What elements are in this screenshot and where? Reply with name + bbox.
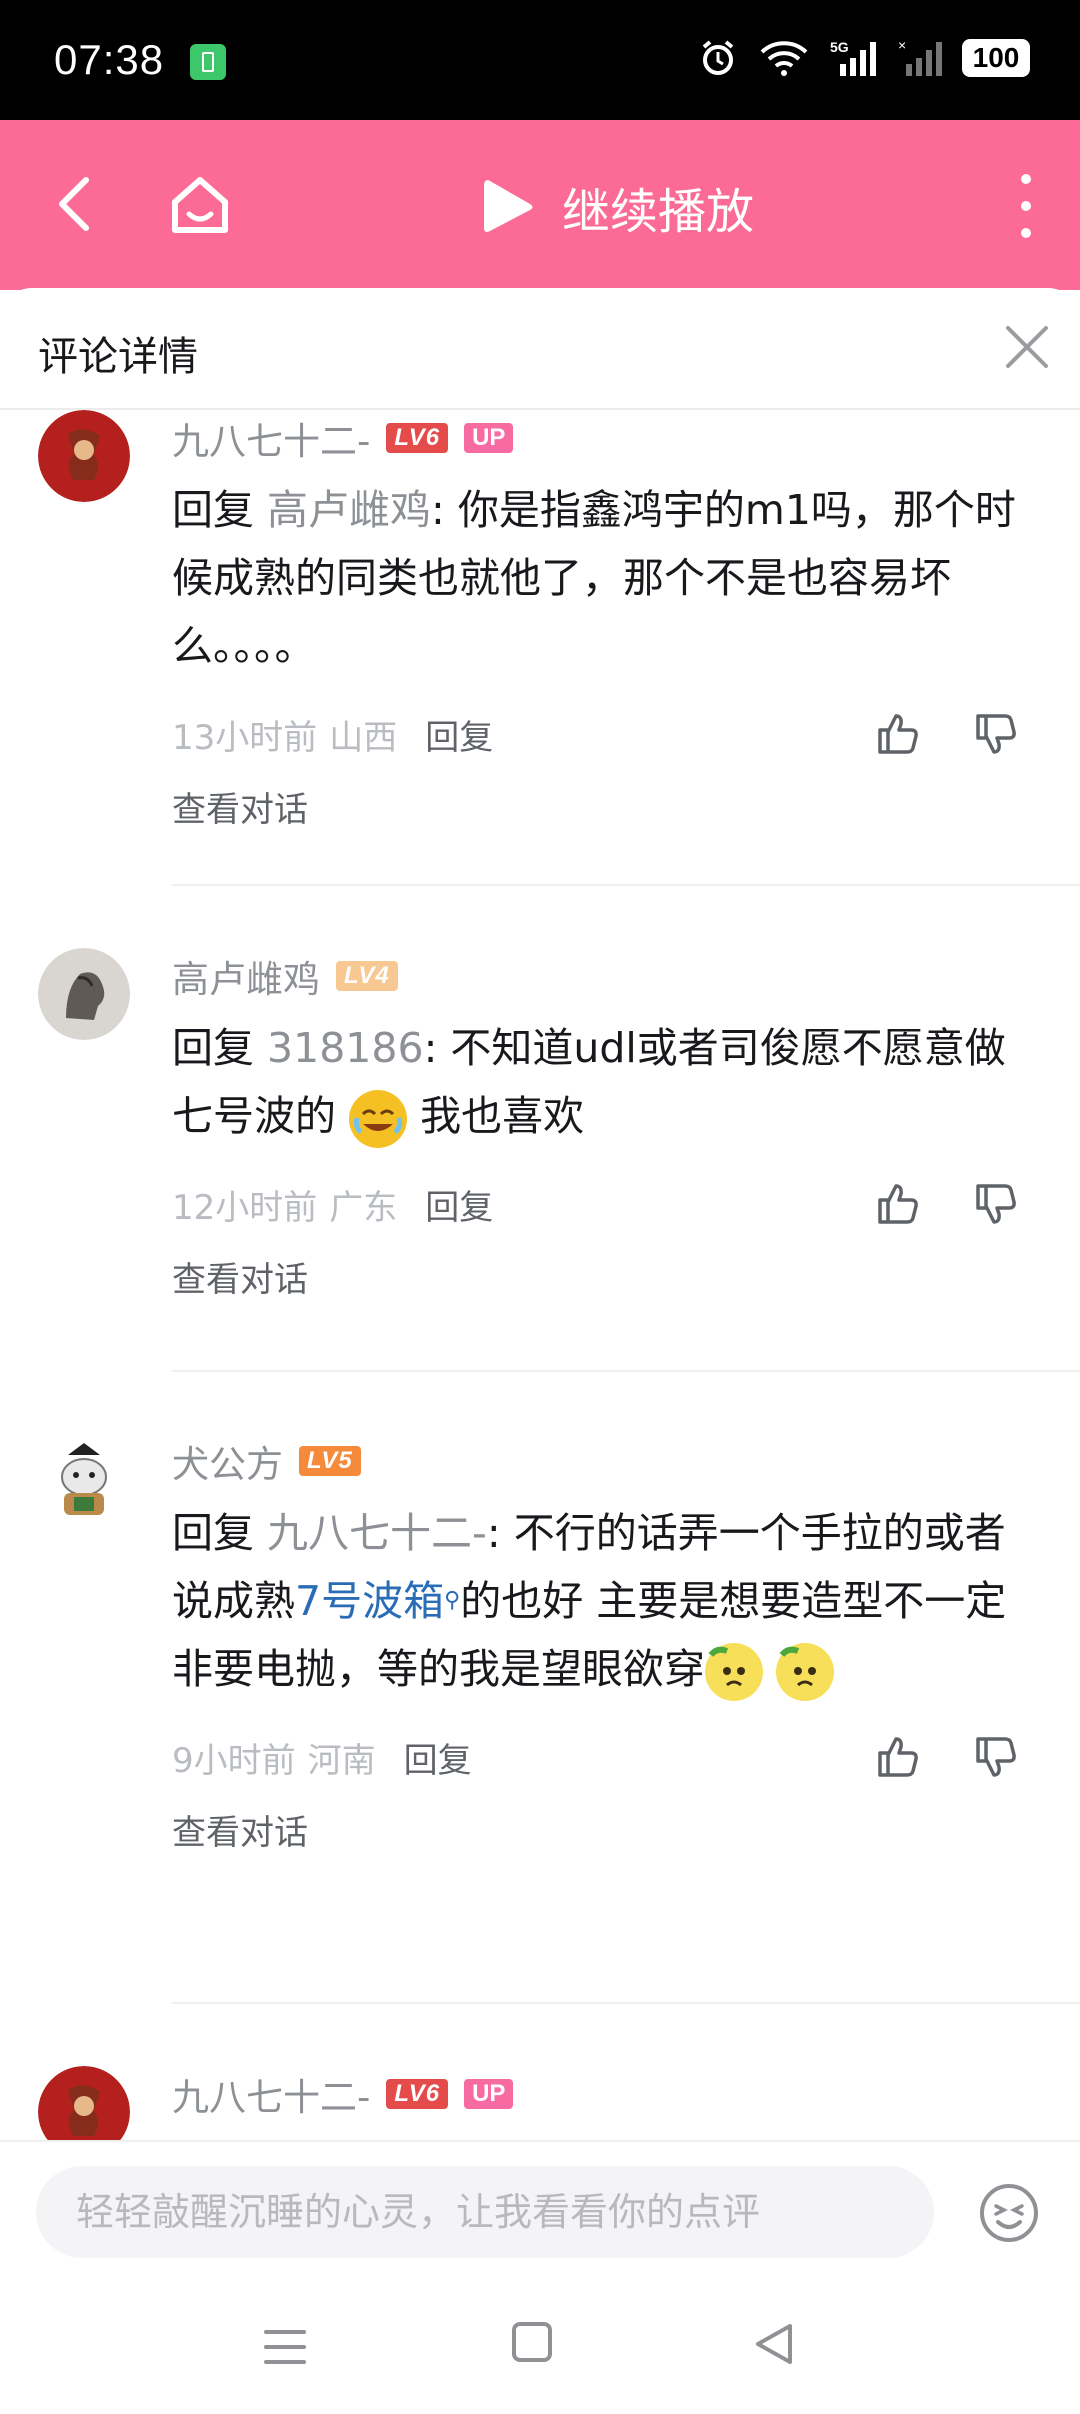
dislike-icon[interactable] [972, 1180, 1020, 1228]
system-nav-bar [0, 2280, 1080, 2414]
reply-prefix: 回复 [172, 1509, 268, 1557]
lemon-sour-emoji-icon [776, 1643, 835, 1701]
comment-location: 河南 [307, 1740, 376, 1781]
video-top-bar: 继续播放 [0, 120, 1080, 290]
back-triangle-icon[interactable] [750, 2320, 798, 2368]
comment-body-after-emoji: 我也喜欢 [407, 1092, 585, 1140]
username[interactable]: 犬公方 [172, 1434, 283, 1488]
comment-header: 高卢雌鸡 LV4 [172, 948, 1032, 1004]
battery-saver-icon [190, 44, 226, 80]
comment-text[interactable]: 回复 318186: 不知道udl或者司俊愿不愿意做七号波的 我也喜欢 [172, 1014, 1032, 1150]
alarm-icon [702, 40, 734, 75]
comment-time: 9小时前 [172, 1740, 296, 1781]
reply-button[interactable]: 回复 [404, 1733, 472, 1782]
mention[interactable]: 九八七十二- [267, 1509, 487, 1557]
username[interactable]: 九八七十二- [172, 411, 370, 465]
comment-time: 12小时前 [172, 1187, 318, 1228]
status-time: 07:38 [54, 36, 165, 83]
level-badge: LV4 [336, 961, 398, 991]
avatar[interactable] [38, 1433, 130, 1525]
comment-divider [172, 2002, 1080, 2004]
svg-text:5G: 5G [830, 39, 849, 55]
mention[interactable]: 318186 [267, 1024, 424, 1072]
reply-prefix: 回复 [172, 1024, 268, 1072]
play-icon [484, 180, 533, 232]
like-icon[interactable] [874, 710, 922, 758]
up-badge: UP [464, 423, 514, 453]
status-icons: 5G × 100 [698, 38, 1030, 78]
comment-meta: 9小时前 河南 回复 [172, 1727, 1032, 1787]
svg-text:×: × [898, 38, 906, 53]
comment-location: 广东 [329, 1187, 398, 1228]
avatar[interactable] [38, 948, 130, 1040]
comment-header: 九八七十二- LV6 UP [172, 2066, 1032, 2122]
home-icon[interactable] [165, 170, 235, 240]
username[interactable]: 九八七十二- [172, 2067, 370, 2121]
level-badge: LV6 [386, 423, 449, 453]
comment-meta: 13小时前 山西 回复 [172, 704, 1032, 764]
comment-text[interactable]: 回复 九八七十二-: 不行的话弄一个手拉的或者说成熟7号波箱⚲的也好 主要是想要… [172, 1499, 1032, 1703]
like-icon[interactable] [874, 1180, 922, 1228]
home-square-icon[interactable] [512, 2322, 552, 2362]
sheet-title: 评论详情 [38, 334, 198, 380]
avatar[interactable] [38, 410, 130, 502]
comment-time: 13小时前 [172, 717, 318, 758]
recent-apps-icon[interactable] [262, 2324, 308, 2370]
comment-location: 山西 [329, 717, 398, 758]
signal-5g-icon: 5G [830, 39, 876, 76]
search-keyword-link[interactable]: 7号波箱 [295, 1577, 444, 1625]
continue-play-button[interactable]: 继续播放 [480, 172, 754, 242]
comment-input[interactable]: 轻轻敲醒沉睡的心灵，让我看看你的点评 [36, 2166, 934, 2258]
status-bar: 07:38 5G × 100 [0, 0, 1080, 120]
comment-meta: 12小时前 广东 回复 [172, 1174, 1032, 1234]
signal-secondary-icon: × [898, 38, 942, 76]
view-conversation-link[interactable]: 查看对话 [172, 780, 1032, 840]
level-badge: LV5 [299, 1446, 361, 1476]
back-arrow-icon[interactable] [48, 174, 108, 234]
up-badge: UP [464, 2079, 514, 2109]
battery-indicator: 100 [962, 39, 1030, 77]
more-options-icon[interactable] [1008, 174, 1044, 238]
comment-input-bar: 轻轻敲醒沉睡的心灵，让我看看你的点评 [0, 2140, 1080, 2282]
dislike-icon[interactable] [972, 1733, 1020, 1781]
search-icon: ⚲ [444, 1588, 461, 1613]
comment-divider [172, 884, 1080, 886]
emoji-icon[interactable] [978, 2182, 1040, 2244]
mention[interactable]: 高卢雌鸡 [267, 486, 431, 534]
laugh-cry-emoji-icon [349, 1090, 408, 1148]
reply-button[interactable]: 回复 [425, 710, 493, 759]
dislike-icon[interactable] [972, 710, 1020, 758]
wifi-icon [760, 41, 808, 76]
like-icon[interactable] [874, 1733, 922, 1781]
lemon-sour-emoji-icon [705, 1643, 763, 1701]
level-badge: LV6 [386, 2079, 449, 2109]
comment-header: 犬公方 LV5 [172, 1433, 1032, 1489]
comment-divider [172, 1370, 1080, 1372]
close-icon[interactable] [1002, 322, 1052, 372]
view-conversation-link[interactable]: 查看对话 [172, 1803, 1032, 1863]
comment-header: 九八七十二- LV6 UP [172, 410, 1032, 466]
comment-detail-sheet: 评论详情 九八七十二- LV6 UP 回复 高卢雌鸡: 你是指鑫鸿宇的m1吗，那… [0, 288, 1080, 2412]
comment-text[interactable]: 回复 高卢雌鸡: 你是指鑫鸿宇的m1吗，那个时候成熟的同类也就他了，那个不是也容… [172, 476, 1032, 680]
reply-button[interactable]: 回复 [425, 1180, 493, 1229]
username[interactable]: 高卢雌鸡 [172, 949, 320, 1003]
reply-prefix: 回复 [172, 486, 268, 534]
view-conversation-link[interactable]: 查看对话 [172, 1250, 1032, 1310]
continue-play-label: 继续播放 [562, 184, 755, 240]
